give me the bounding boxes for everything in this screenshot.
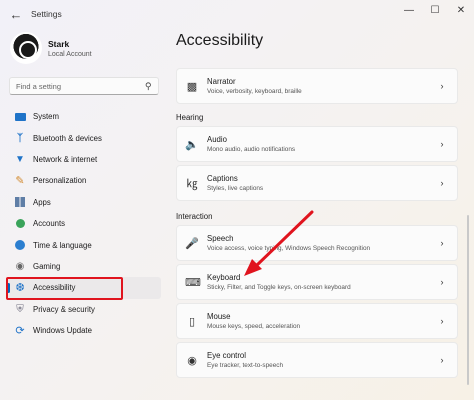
- sidebar-item-label: Personalization: [33, 176, 87, 186]
- captions-card[interactable]: ㎏ Captions Styles, live captions ›: [176, 165, 458, 201]
- sidebar-item-label: Bluetooth & devices: [33, 133, 102, 143]
- minimize-button[interactable]: —: [396, 0, 422, 20]
- wifi-icon: ▼: [15, 153, 25, 165]
- chevron-right-icon: ›: [440, 238, 444, 248]
- update-icon: ⟳: [15, 325, 25, 338]
- arrow-left-icon: ←: [9, 6, 23, 22]
- speaker-icon: 🔈: [185, 138, 199, 151]
- search-box[interactable]: ⚲: [9, 77, 159, 95]
- gamepad-icon: ◉: [15, 260, 25, 272]
- card-description: Voice access, voice typing, Windows Spee…: [207, 245, 371, 252]
- scrollbar[interactable]: [467, 215, 469, 385]
- sidebar-item-label: Privacy & security: [33, 304, 95, 314]
- sidebar-item-label: Network & internet: [33, 154, 98, 164]
- card-title: Keyboard: [207, 273, 241, 282]
- card-title: Narrator: [207, 77, 236, 86]
- narrator-icon: ▩: [186, 80, 198, 93]
- mouse-card[interactable]: ▯ Mouse Mouse keys, speed, acceleration …: [176, 303, 458, 339]
- eye-control-card[interactable]: ◉ Eye control Eye tracker, text-to-speec…: [176, 342, 458, 378]
- sidebar-item-label: Accounts: [33, 219, 66, 229]
- section-hearing: Hearing: [176, 113, 204, 122]
- chevron-right-icon: ›: [440, 316, 444, 326]
- narrator-card[interactable]: ▩ Narrator Voice, verbosity, keyboard, b…: [176, 68, 458, 104]
- accessibility-icon: ❆: [15, 282, 25, 295]
- sidebar-item-apps[interactable]: Apps: [6, 192, 161, 213]
- minimize-icon: —: [404, 4, 414, 16]
- chevron-right-icon: ›: [440, 178, 444, 188]
- sidebar-item-label: System: [33, 112, 59, 122]
- maximize-button[interactable]: ☐: [422, 0, 448, 20]
- sidebar-item-personalization[interactable]: ✎ Personalization: [6, 170, 161, 191]
- bluetooth-icon: ᛉ: [17, 132, 23, 144]
- card-description: Eye tracker, text-to-speech: [207, 362, 284, 369]
- sidebar-item-label: Apps: [33, 197, 51, 207]
- sidebar-item-time-language[interactable]: Time & language: [6, 234, 161, 255]
- card-description: Mono audio, audio notifications: [207, 146, 296, 153]
- keyboard-card[interactable]: ⌨ Keyboard Sticky, Filter, and Toggle ke…: [176, 264, 458, 300]
- account-type: Local Account: [48, 50, 92, 58]
- close-icon: ✕: [456, 4, 466, 16]
- search-icon[interactable]: ⚲: [145, 81, 152, 92]
- card-title: Speech: [207, 234, 234, 243]
- search-input[interactable]: [16, 81, 136, 91]
- speech-card[interactable]: 🎤 Speech Voice access, voice typing, Win…: [176, 225, 458, 261]
- chevron-right-icon: ›: [440, 355, 444, 365]
- window-controls: — ☐ ✕: [396, 0, 474, 20]
- sidebar-nav: System ᛉ Bluetooth & devices ▼ Network &…: [6, 106, 161, 341]
- card-title: Captions: [207, 174, 238, 183]
- keyboard-icon: ⌨: [185, 276, 201, 289]
- apps-icon: [13, 195, 27, 209]
- card-title: Eye control: [207, 351, 247, 360]
- card-description: Voice, verbosity, keyboard, braille: [207, 88, 302, 95]
- back-button[interactable]: ←: [5, 3, 27, 25]
- account-info[interactable]: Stark Local Account: [10, 32, 92, 64]
- sidebar-item-label: Accessibility: [33, 283, 76, 293]
- mouse-icon: ▯: [188, 315, 196, 328]
- sidebar-item-privacy-security[interactable]: ⛨ Privacy & security: [6, 299, 161, 320]
- sidebar-item-label: Gaming: [33, 261, 61, 271]
- card-description: Styles, live captions: [207, 185, 264, 192]
- sidebar-item-accounts[interactable]: Accounts: [6, 213, 161, 234]
- account-name: Stark: [48, 38, 70, 49]
- sidebar-item-bluetooth[interactable]: ᛉ Bluetooth & devices: [6, 127, 161, 148]
- globe-clock-icon: [13, 238, 27, 252]
- close-button[interactable]: ✕: [448, 0, 474, 20]
- sidebar-item-network[interactable]: ▼ Network & internet: [6, 149, 161, 170]
- app-title: Settings: [31, 9, 62, 19]
- captions-icon: ㎏: [186, 178, 198, 190]
- audio-card[interactable]: 🔈 Audio Mono audio, audio notifications …: [176, 126, 458, 162]
- person-icon: [13, 217, 27, 231]
- sidebar-item-accessibility[interactable]: ❆ Accessibility: [6, 277, 161, 299]
- sidebar-item-label: Windows Update: [33, 326, 92, 336]
- eye-icon: ◉: [187, 354, 197, 367]
- sidebar-item-gaming[interactable]: ◉ Gaming: [6, 256, 161, 277]
- monitor-icon: [13, 110, 27, 124]
- avatar: [10, 32, 42, 64]
- card-title: Audio: [207, 135, 227, 144]
- microphone-icon: 🎤: [185, 237, 199, 250]
- card-title: Mouse: [207, 312, 231, 321]
- card-description: Sticky, Filter, and Toggle keys, on-scre…: [207, 284, 351, 291]
- card-description: Mouse keys, speed, acceleration: [207, 323, 301, 330]
- page-title: Accessibility: [176, 32, 264, 49]
- section-interaction: Interaction: [176, 212, 213, 221]
- chevron-right-icon: ›: [440, 139, 444, 149]
- brush-icon: ✎: [15, 175, 25, 188]
- sidebar-item-label: Time & language: [33, 240, 92, 250]
- sidebar-item-system[interactable]: System: [6, 106, 161, 127]
- chevron-right-icon: ›: [440, 81, 444, 91]
- shield-icon: ⛨: [16, 303, 24, 315]
- chevron-right-icon: ›: [440, 277, 444, 287]
- sidebar-item-windows-update[interactable]: ⟳ Windows Update: [6, 320, 161, 341]
- maximize-icon: ☐: [430, 4, 440, 16]
